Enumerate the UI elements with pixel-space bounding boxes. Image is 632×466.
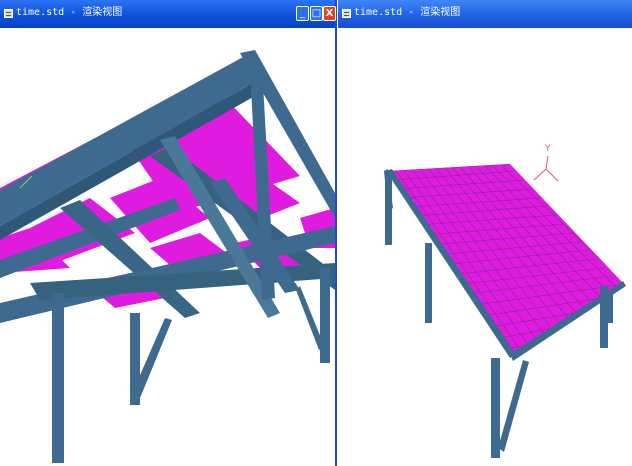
window-title-right: time.std - 渲染视图: [354, 7, 461, 18]
axis-label-y: Y: [544, 144, 551, 154]
column: [425, 243, 432, 323]
title-bar-left[interactable]: time.std - 渲染视图 _ □ X: [0, 0, 336, 28]
render-viewport-right[interactable]: Y: [338, 28, 632, 466]
column: [600, 286, 608, 348]
render-viewport-left[interactable]: [0, 28, 335, 466]
close-button[interactable]: X: [323, 6, 336, 21]
column: [52, 293, 64, 463]
window-menu-icon[interactable]: [342, 9, 351, 18]
axis-gizmo: [533, 155, 559, 182]
title-bar-right[interactable]: time.std - 渲染视图: [338, 0, 632, 28]
maximize-button[interactable]: □: [310, 6, 323, 21]
structure-render-overview: Y: [384, 144, 626, 458]
window-title-left: time.std - 渲染视图: [16, 7, 123, 18]
render-window-left[interactable]: time.std - 渲染视图 _ □ X: [0, 0, 337, 466]
minimize-button[interactable]: _: [296, 6, 309, 21]
column-brace: [498, 360, 529, 452]
column: [491, 358, 500, 458]
structure-render-close-up: [0, 50, 335, 463]
render-window-right[interactable]: time.std - 渲染视图 Y: [338, 0, 632, 466]
window-menu-icon[interactable]: [4, 9, 13, 18]
